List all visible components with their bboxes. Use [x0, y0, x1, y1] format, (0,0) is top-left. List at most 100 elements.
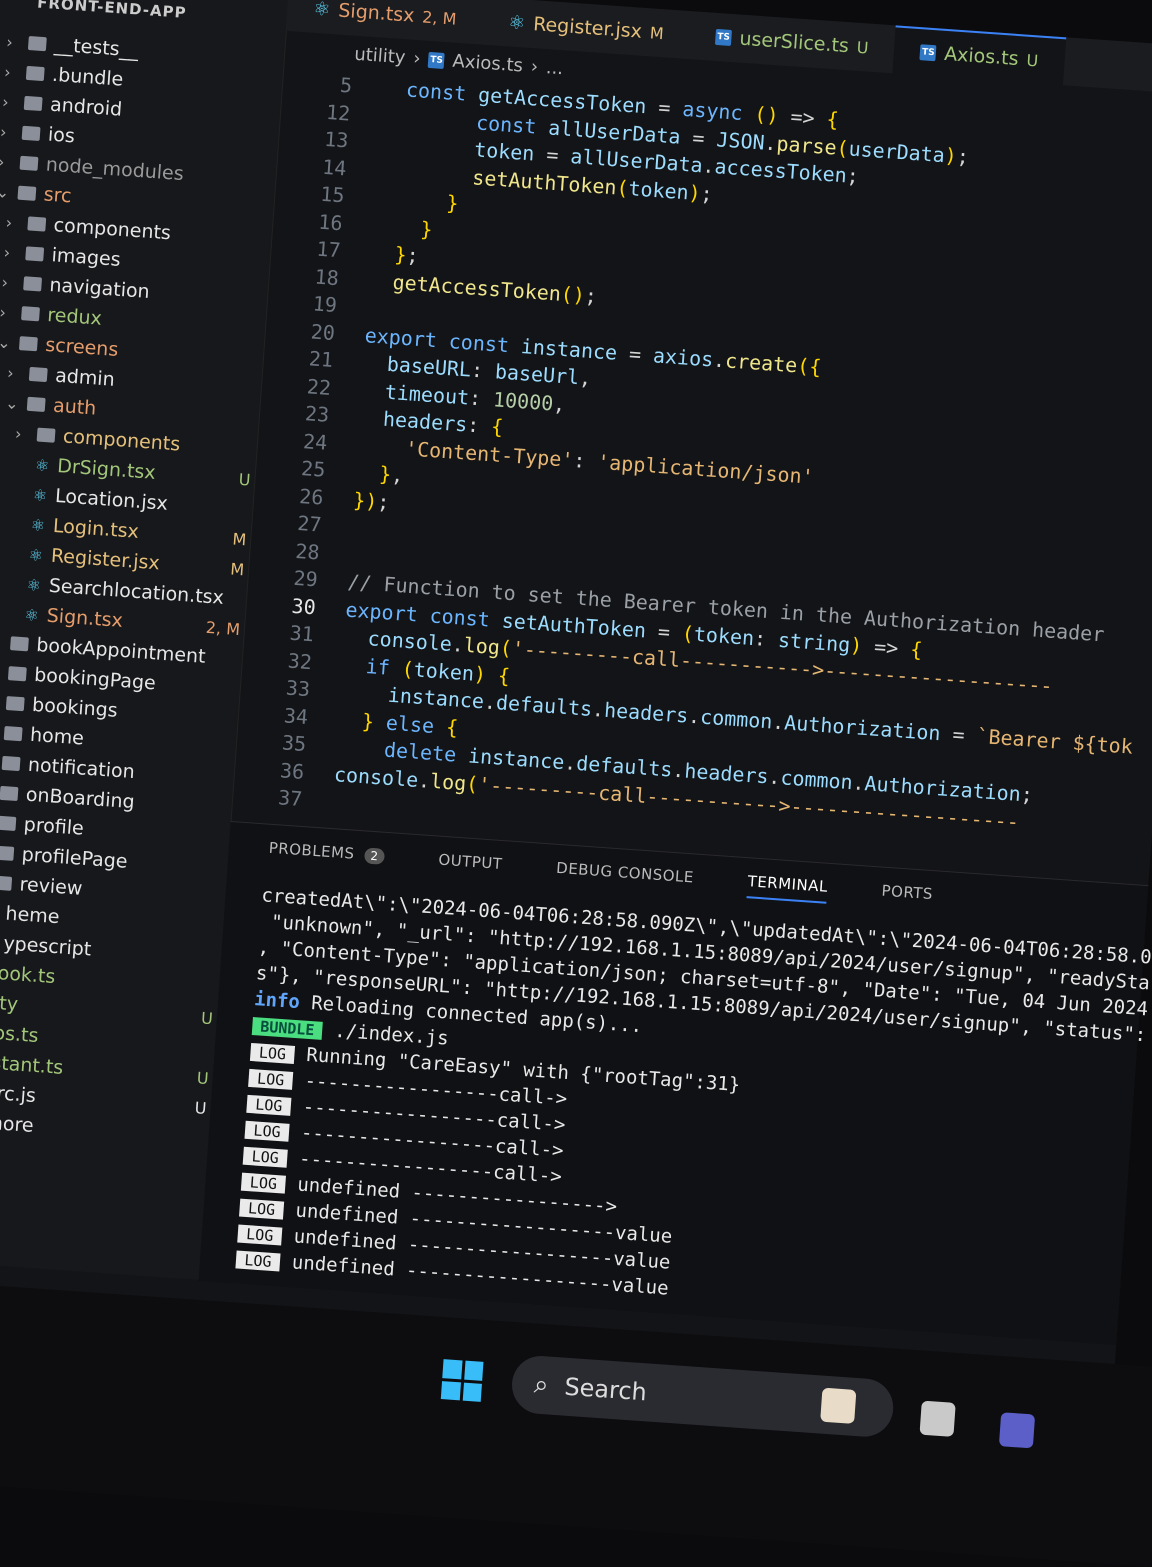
search-icon: ⌕	[533, 1369, 550, 1401]
tree-item-label: ios	[47, 124, 75, 148]
chevron-right-icon: ›	[530, 56, 539, 77]
folder-icon	[6, 696, 25, 711]
tree-item-label: heme	[5, 903, 60, 929]
tree-item-label: Sign.tsx	[46, 605, 123, 632]
code-text: };	[369, 240, 419, 271]
folder-icon	[24, 96, 43, 111]
breadcrumb-file[interactable]: Axios.ts	[452, 51, 524, 77]
editor-tab[interactable]: TSAxios.tsU	[893, 25, 1066, 85]
tree-item-label: trc.js	[0, 1082, 37, 1107]
tree-item-label: ook.ts	[0, 962, 56, 988]
tree-item-label: notification	[27, 754, 135, 783]
folder-icon	[29, 367, 48, 382]
react-icon: ⚛	[507, 11, 526, 34]
terminal-output[interactable]: createdAt\":\"2024-06-04T06:28:58.090Z\"…	[235, 884, 1152, 1335]
panel-tab-problems[interactable]: PROBLEMS2	[268, 839, 386, 873]
tab-label: Register.jsx	[532, 13, 642, 43]
panel-tab-output[interactable]: OUTPUT	[437, 851, 503, 881]
panel-tab-debug-console[interactable]: DEBUG CONSOLE	[555, 859, 694, 895]
indent-spacer	[13, 463, 27, 464]
folder-icon	[28, 36, 47, 51]
chevron-icon[interactable]: ›	[14, 424, 29, 444]
tree-item-label: Location.jsx	[54, 485, 168, 515]
breadcrumb: utility › TS Axios.ts › ...	[354, 44, 564, 80]
chevron-icon[interactable]: ⌄	[0, 182, 11, 202]
git-status-badge: U	[194, 1098, 207, 1118]
folder-icon	[25, 246, 44, 261]
folder-icon	[0, 816, 16, 831]
bottom-panel: PROBLEMS2 OUTPUT DEBUG CONSOLE TERMINAL PORT…	[198, 821, 1148, 1345]
tree-item-label: bookings	[31, 694, 118, 722]
info-tag: info	[253, 988, 300, 1013]
git-status-badge: M	[230, 559, 245, 579]
chevron-icon[interactable]: ›	[0, 122, 15, 142]
tree-item-label: Register.jsx	[50, 545, 160, 575]
folder-icon	[19, 336, 38, 351]
file-explorer-icon[interactable]	[919, 1401, 955, 1437]
log-tag: LOG	[250, 1043, 295, 1064]
file-icon: ⚛	[32, 485, 48, 505]
folder-icon	[10, 636, 29, 651]
chevron-icon[interactable]: ›	[0, 152, 13, 172]
chevron-icon[interactable]: ›	[3, 242, 18, 262]
teams-icon[interactable]	[999, 1412, 1035, 1448]
log-tag: LOG	[237, 1225, 282, 1246]
indent-spacer	[11, 493, 25, 494]
tree-item-label: __tests__	[54, 34, 140, 62]
tree-item-label: Login.tsx	[52, 515, 139, 543]
tree-item-label: review	[19, 873, 83, 899]
panel-tab-label: DEBUG CONSOLE	[556, 859, 695, 887]
line-number: 37	[241, 783, 333, 817]
breadcrumb-folder[interactable]: utility	[354, 44, 407, 69]
bundle-tag: BUNDLE	[252, 1017, 323, 1040]
editor-tab[interactable]: TSuserSlice.tsU	[688, 11, 896, 73]
folder-icon	[17, 186, 36, 201]
chevron-icon[interactable]: ›	[2, 92, 17, 112]
chevron-icon[interactable]: ›	[5, 212, 20, 232]
tree-item-label: bookingPage	[34, 664, 157, 694]
editor-tab[interactable]: ⚛Sign.tsx2, M	[286, 0, 484, 45]
chevron-icon[interactable]: ⌄	[5, 393, 20, 413]
file-icon: ⚛	[26, 575, 42, 595]
folder-icon	[22, 126, 41, 141]
tree-item-label: stant.ts	[0, 1052, 64, 1079]
tree-item-label: ypescript	[3, 932, 92, 960]
problems-count-badge: 2	[364, 847, 385, 864]
chevron-icon[interactable]: ›	[1, 272, 16, 292]
log-tag: LOG	[244, 1121, 289, 1142]
indent-spacer	[7, 553, 21, 554]
chevron-icon[interactable]: ⌄	[0, 332, 12, 352]
chevron-icon[interactable]: ›	[4, 62, 19, 82]
windows-start-icon[interactable]	[441, 1359, 484, 1402]
tree-item-label: navigation	[49, 274, 151, 303]
panel-tab-terminal[interactable]: TERMINAL	[746, 872, 828, 904]
tree-item-label: auth	[52, 395, 97, 420]
tab-status: U	[856, 37, 869, 57]
tree-item-label: home	[29, 724, 84, 750]
tree-item-label: onBoarding	[25, 784, 135, 814]
app-icon[interactable]	[820, 1388, 856, 1424]
chevron-icon[interactable]: ›	[7, 363, 22, 383]
tree-item-label: nore	[0, 1112, 34, 1137]
folder-icon	[26, 66, 45, 81]
code-line[interactable]: 37	[241, 783, 333, 817]
panel-tab-label: TERMINAL	[747, 872, 828, 896]
folder-icon	[23, 276, 42, 291]
tree-item-label: redux	[47, 304, 103, 330]
code-editor[interactable]: 5 const getAccessToken = async () => {12…	[240, 70, 1152, 892]
tab-label: Axios.ts	[943, 43, 1019, 70]
indent-spacer	[9, 523, 23, 524]
tab-status: 2, M	[422, 7, 457, 28]
tree-item-label: images	[51, 244, 121, 271]
breadcrumb-rest[interactable]: ...	[545, 57, 564, 79]
chevron-icon[interactable]: ›	[6, 32, 21, 52]
folder-icon	[4, 726, 23, 741]
editor-tab[interactable]: ⚛Register.jsxM	[481, 0, 692, 59]
code-text: },	[354, 460, 404, 491]
vscode-window: FRONT-END-APP ›__tests__›.bundle›android…	[0, 0, 1152, 1524]
panel-tab-ports[interactable]: PORTS	[880, 882, 933, 912]
search-label: Search	[564, 1373, 648, 1407]
chevron-icon[interactable]: ›	[0, 302, 14, 322]
folder-icon	[27, 397, 46, 412]
log-tag: LOG	[235, 1250, 280, 1271]
